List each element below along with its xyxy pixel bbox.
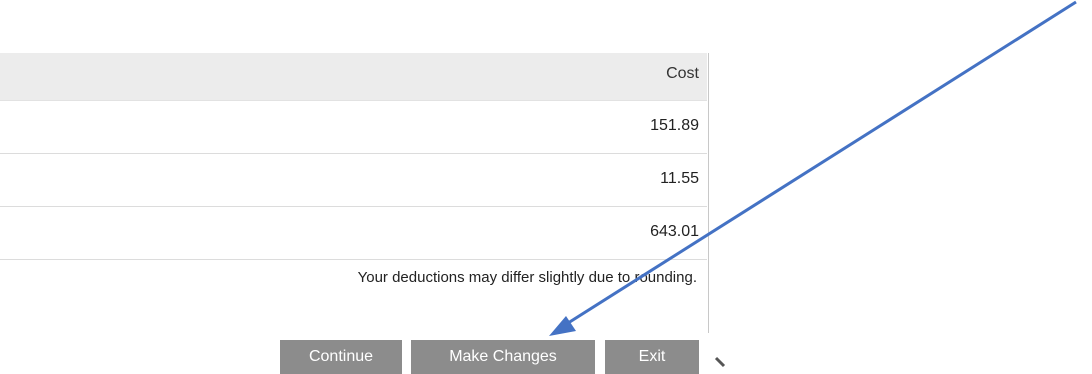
page: Cost 151.89 11.55 643.01 Your deductions…: [0, 0, 1092, 374]
cost-column-header: Cost: [666, 65, 699, 82]
cost-summary-panel: Cost 151.89 11.55 643.01 Your deductions…: [0, 53, 708, 374]
cost-cell: 643.01: [650, 223, 699, 240]
table-row: 643.01: [0, 207, 707, 260]
cost-cell: 151.89: [650, 117, 699, 134]
rounding-note: Your deductions may differ slightly due …: [357, 269, 697, 286]
cost-table: Cost 151.89 11.55 643.01: [0, 53, 707, 260]
action-buttons: Continue Make Changes Exit: [0, 340, 1092, 374]
table-header: Cost: [0, 53, 707, 101]
make-changes-button[interactable]: Make Changes: [411, 340, 595, 374]
continue-button[interactable]: Continue: [280, 340, 402, 374]
exit-button[interactable]: Exit: [605, 340, 699, 374]
table-row: 11.55: [0, 154, 707, 207]
panel-divider: [708, 53, 709, 333]
cost-cell: 11.55: [660, 170, 699, 187]
table-row: 151.89: [0, 101, 707, 154]
resize-corner-icon: [714, 356, 726, 368]
